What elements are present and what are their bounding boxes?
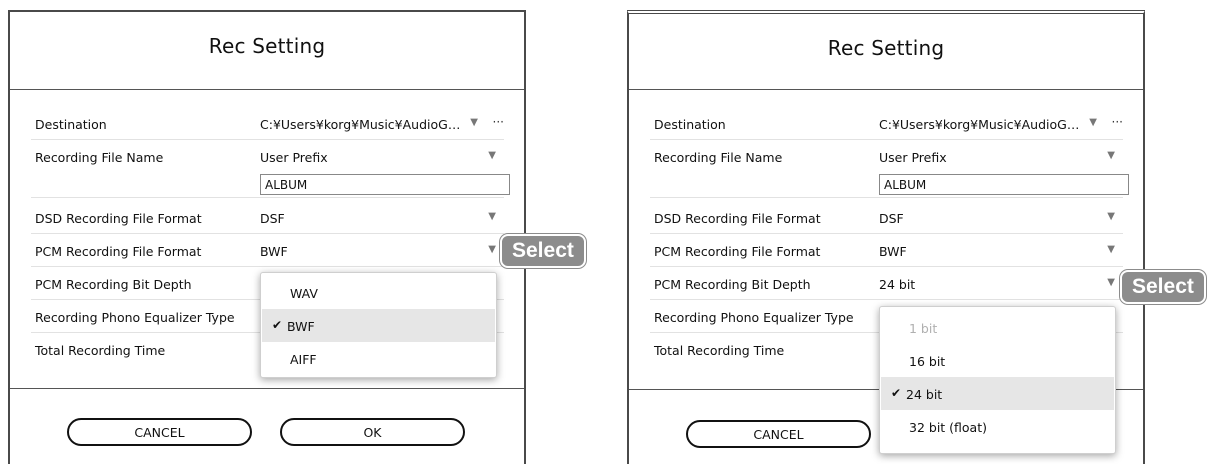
- dsd-format-value[interactable]: DSF: [879, 211, 904, 226]
- dsd-format-label: DSD Recording File Format: [654, 211, 821, 226]
- pcm-format-label: PCM Recording File Format: [654, 244, 821, 259]
- menu-item-bwf[interactable]: ✔ BWF: [262, 309, 495, 342]
- chevron-down-icon[interactable]: ▼: [488, 244, 496, 255]
- cancel-button[interactable]: CANCEL: [686, 420, 871, 448]
- pcm-bit-depth-label: PCM Recording Bit Depth: [35, 277, 192, 292]
- total-time-label: Total Recording Time: [654, 343, 785, 358]
- ok-button[interactable]: OK: [280, 418, 465, 446]
- recording-file-name-row[interactable]: Recording File Name User Prefix ▼ ALBUM: [650, 140, 1129, 198]
- bit-depth-dropdown-menu: 1 bit 16 bit ✔ 24 bit 32 bit (float): [879, 306, 1116, 454]
- destination-row[interactable]: Destination C:¥Users¥korg¥Music¥AudioG… …: [650, 107, 1123, 140]
- select-callout-badge: Select: [1120, 270, 1206, 304]
- menu-item-16-bit[interactable]: 16 bit: [881, 344, 1114, 377]
- browse-more-button[interactable]: ···: [493, 115, 504, 129]
- phono-eq-label: Recording Phono Equalizer Type: [35, 310, 235, 325]
- file-prefix-input[interactable]: ALBUM: [879, 174, 1129, 195]
- chevron-down-icon[interactable]: ▼: [1107, 150, 1115, 161]
- menu-item-1-bit: 1 bit: [909, 321, 938, 336]
- recording-file-name-row[interactable]: Recording File Name User Prefix ▼ ALBUM: [31, 140, 510, 198]
- title-divider: [629, 89, 1143, 90]
- recording-file-name-label: Recording File Name: [35, 150, 164, 165]
- dsd-format-row[interactable]: DSD Recording File Format DSF ▼: [650, 201, 1123, 234]
- pcm-format-label: PCM Recording File Format: [35, 244, 202, 259]
- total-time-label: Total Recording Time: [35, 343, 166, 358]
- menu-item-wav[interactable]: WAV: [262, 276, 495, 309]
- pcm-bit-depth-row[interactable]: PCM Recording Bit Depth 24 bit ▼: [650, 267, 1123, 300]
- pcm-bit-depth-value[interactable]: 24 bit: [879, 277, 915, 292]
- destination-label: Destination: [654, 117, 726, 132]
- dialog-title: Rec Setting: [208, 34, 326, 58]
- chevron-down-icon[interactable]: ▼: [1107, 277, 1115, 288]
- menu-item-32-bit-float[interactable]: 32 bit (float): [881, 410, 1114, 443]
- pcm-format-row[interactable]: PCM Recording File Format BWF ▼: [650, 234, 1123, 267]
- pcm-format-row[interactable]: PCM Recording File Format BWF ▼: [31, 234, 504, 267]
- dsd-format-row[interactable]: DSD Recording File Format DSF ▼: [31, 201, 504, 234]
- browse-more-button[interactable]: ···: [1112, 115, 1123, 129]
- recording-file-name-value[interactable]: User Prefix: [879, 150, 947, 165]
- dialog-title: Rec Setting: [827, 36, 945, 60]
- chevron-down-icon[interactable]: ▼: [1089, 117, 1097, 128]
- recording-file-name-label: Recording File Name: [654, 150, 783, 165]
- select-callout-badge: Select: [500, 234, 586, 268]
- pcm-format-dropdown-menu: WAV ✔ BWF AIFF: [260, 272, 497, 378]
- pcm-bit-depth-label: PCM Recording Bit Depth: [654, 277, 811, 292]
- destination-row[interactable]: Destination C:¥Users¥korg¥Music¥AudioG… …: [31, 107, 504, 140]
- chevron-down-icon[interactable]: ▼: [470, 117, 478, 128]
- checkmark-icon: ✔: [272, 318, 283, 332]
- destination-label: Destination: [35, 117, 107, 132]
- dsd-format-label: DSD Recording File Format: [35, 211, 202, 226]
- footer-divider: [10, 388, 524, 389]
- rec-setting-dialog-1: Rec Setting Destination C:¥Users¥korg¥Mu…: [8, 10, 526, 464]
- phono-eq-label: Recording Phono Equalizer Type: [654, 310, 854, 325]
- chevron-down-icon[interactable]: ▼: [1107, 211, 1115, 222]
- pcm-format-value[interactable]: BWF: [260, 244, 288, 259]
- recording-file-name-value[interactable]: User Prefix: [260, 150, 328, 165]
- pcm-format-value[interactable]: BWF: [879, 244, 907, 259]
- destination-value[interactable]: C:¥Users¥korg¥Music¥AudioG…: [260, 117, 460, 132]
- chevron-down-icon[interactable]: ▼: [488, 211, 496, 222]
- chevron-down-icon[interactable]: ▼: [1107, 244, 1115, 255]
- checkmark-icon: ✔: [891, 386, 902, 400]
- rec-setting-dialog-2: Rec Setting Destination C:¥Users¥korg¥Mu…: [627, 10, 1145, 464]
- file-prefix-input[interactable]: ALBUM: [260, 174, 510, 195]
- dsd-format-value[interactable]: DSF: [260, 211, 285, 226]
- menu-item-24-bit[interactable]: ✔ 24 bit: [881, 377, 1114, 410]
- destination-value[interactable]: C:¥Users¥korg¥Music¥AudioG…: [879, 117, 1079, 132]
- title-divider: [10, 89, 524, 90]
- chevron-down-icon[interactable]: ▼: [488, 150, 496, 161]
- cancel-button[interactable]: CANCEL: [67, 418, 252, 446]
- menu-item-aiff[interactable]: AIFF: [262, 342, 495, 375]
